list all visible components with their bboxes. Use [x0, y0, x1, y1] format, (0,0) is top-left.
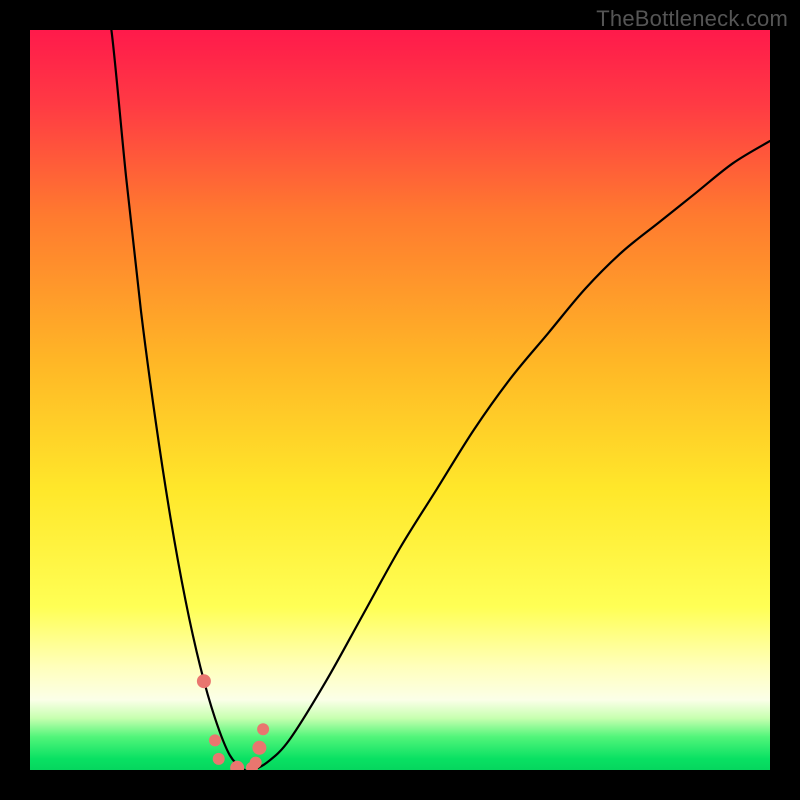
marker-dot: [197, 674, 211, 688]
bottleneck-curve: [104, 30, 770, 770]
marker-dot: [257, 723, 269, 735]
marker-dot: [213, 753, 225, 765]
marker-dot: [230, 761, 244, 770]
marker-dot: [250, 757, 262, 769]
curve-layer: [30, 30, 770, 770]
plot-area: [30, 30, 770, 770]
marker-dot: [209, 734, 221, 746]
chart-frame: TheBottleneck.com: [0, 0, 800, 800]
watermark-text: TheBottleneck.com: [596, 6, 788, 32]
highlight-markers: [197, 674, 269, 770]
marker-dot: [252, 741, 266, 755]
